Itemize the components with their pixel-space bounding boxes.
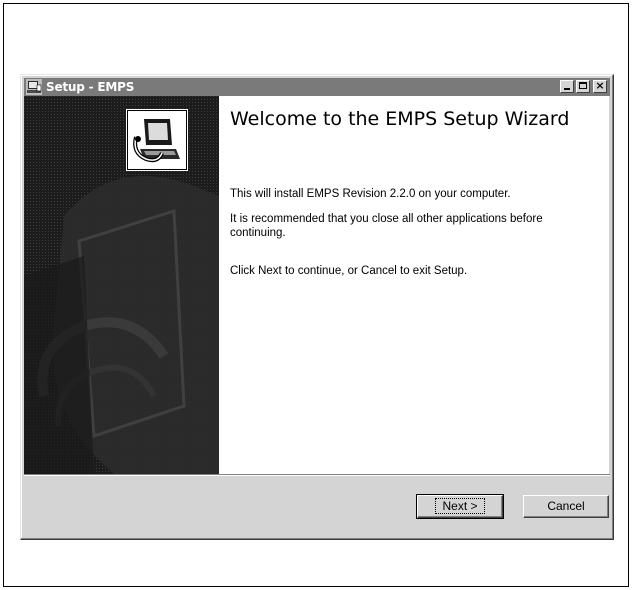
maximize-icon	[577, 81, 589, 92]
close-icon: ×	[595, 79, 605, 92]
cancel-button[interactable]: Cancel	[523, 495, 609, 518]
close-button[interactable]: ×	[593, 80, 607, 93]
minimize-icon	[561, 81, 573, 92]
install-info-text: This will install EMPS Revision 2.2.0 on…	[230, 188, 511, 200]
welcome-heading: Welcome to the EMPS Setup Wizard	[230, 108, 570, 130]
minimize-button[interactable]	[560, 80, 574, 93]
maximize-button[interactable]	[576, 80, 590, 93]
setup-app-icon	[26, 79, 42, 95]
side-panel-graphic	[24, 96, 219, 474]
wizard-side-panel	[24, 96, 219, 474]
next-button-label: Next >	[435, 498, 485, 514]
close-apps-text: It is recommended that you close all oth…	[230, 213, 543, 239]
window-title: Setup - EMPS	[46, 80, 135, 94]
computer-install-icon	[126, 109, 188, 171]
wizard-content: Welcome to the EMPS Setup Wizard This wi…	[219, 96, 609, 474]
setup-window: Setup - EMPS × Welcome to the EMPS Setup…	[20, 74, 614, 540]
continue-instruction-text: Click Next to continue, or Cancel to exi…	[230, 265, 468, 277]
title-bar[interactable]: Setup - EMPS ×	[24, 78, 610, 96]
next-button[interactable]: Next >	[416, 494, 504, 519]
button-area-divider	[24, 474, 610, 476]
